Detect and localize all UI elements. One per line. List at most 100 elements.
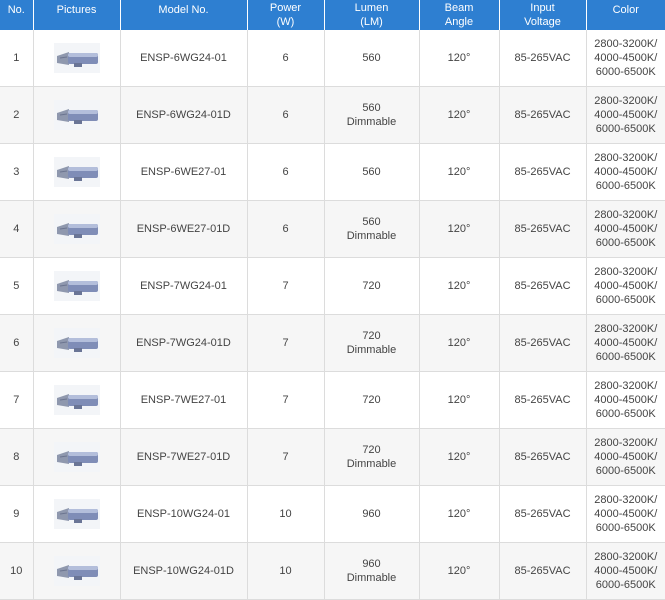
cell-input-voltage: 85-265VAC <box>499 485 587 543</box>
cell-picture <box>33 428 121 486</box>
cell-picture <box>33 371 121 429</box>
cell-no: 10 <box>0 542 34 600</box>
product-spec-table: No. Pictures Model No. Power (W) Lumen (LM… <box>0 0 665 600</box>
cell-power: 6 <box>247 200 325 258</box>
cell-beam-angle: 120° <box>419 428 500 486</box>
cell-beam-angle: 120° <box>419 143 500 201</box>
cell-model: ENSP-10WG24-01 <box>120 485 248 543</box>
led-lamp-icon <box>53 271 100 301</box>
led-lamp-icon <box>53 157 100 187</box>
cell-no: 9 <box>0 485 34 543</box>
cell-beam-angle: 120° <box>419 314 500 372</box>
cell-model: ENSP-6WG24-01 <box>120 30 248 87</box>
led-lamp-icon <box>53 499 100 529</box>
table-row: 2 ENSP-6WG24-01D 6 560 Dimmable 120° 85-2… <box>0 86 665 144</box>
cell-lumen: 560 Dimmable <box>324 86 420 144</box>
cell-lumen: 720 <box>324 257 420 315</box>
cell-no: 1 <box>0 30 34 87</box>
cell-lumen: 560 <box>324 30 420 87</box>
cell-beam-angle: 120° <box>419 257 500 315</box>
header-pictures: Pictures <box>33 0 121 30</box>
cell-lumen: 560 <box>324 143 420 201</box>
cell-model: ENSP-7WG24-01 <box>120 257 248 315</box>
cell-lumen: 560 Dimmable <box>324 200 420 258</box>
cell-no: 8 <box>0 428 34 486</box>
cell-power: 7 <box>247 371 325 429</box>
header-model: Model No. <box>120 0 248 30</box>
cell-power: 10 <box>247 485 325 543</box>
cell-color: 2800-3200K/4000-4500K/6000-6500K <box>586 257 665 315</box>
cell-color: 2800-3200K/4000-4500K/6000-6500K <box>586 428 665 486</box>
cell-picture <box>33 143 121 201</box>
cell-lumen: 720 Dimmable <box>324 314 420 372</box>
cell-color: 2800-3200K/4000-4500K/6000-6500K <box>586 542 665 600</box>
cell-color: 2800-3200K/4000-4500K/6000-6500K <box>586 143 665 201</box>
cell-beam-angle: 120° <box>419 200 500 258</box>
cell-input-voltage: 85-265VAC <box>499 257 587 315</box>
header-no: No. <box>0 0 34 30</box>
table-row: 7 ENSP-7WE27-01 7 720 120° 85-265VAC 280… <box>0 371 665 429</box>
table-row: 4 ENSP-6WE27-01D 6 560 Dimmable 120° 85-2… <box>0 200 665 258</box>
cell-input-voltage: 85-265VAC <box>499 314 587 372</box>
cell-beam-angle: 120° <box>419 485 500 543</box>
table-row: 6 ENSP-7WG24-01D 7 720 Dimmable 120° 85-2… <box>0 314 665 372</box>
cell-lumen: 720 Dimmable <box>324 428 420 486</box>
cell-power: 6 <box>247 143 325 201</box>
cell-color: 2800-3200K/4000-4500K/6000-6500K <box>586 200 665 258</box>
cell-beam-angle: 120° <box>419 371 500 429</box>
table-row: 1 ENSP-6WG24-01 6 560 120° 85-265VAC 280… <box>0 30 665 87</box>
cell-model: ENSP-6WE27-01D <box>120 200 248 258</box>
cell-no: 4 <box>0 200 34 258</box>
cell-power: 6 <box>247 86 325 144</box>
cell-model: ENSP-10WG24-01D <box>120 542 248 600</box>
cell-lumen: 960 Dimmable <box>324 542 420 600</box>
cell-model: ENSP-7WG24-01D <box>120 314 248 372</box>
led-lamp-icon <box>53 43 100 73</box>
cell-color: 2800-3200K/4000-4500K/6000-6500K <box>586 86 665 144</box>
cell-model: ENSP-6WE27-01 <box>120 143 248 201</box>
header-input-voltage: Input Voltage <box>499 0 587 30</box>
cell-picture <box>33 314 121 372</box>
led-lamp-icon <box>53 556 100 586</box>
led-lamp-icon <box>53 442 100 472</box>
cell-no: 5 <box>0 257 34 315</box>
cell-no: 7 <box>0 371 34 429</box>
cell-input-voltage: 85-265VAC <box>499 143 587 201</box>
table-row: 10 ENSP-10WG24-01D 10 960 Dimmable 120° 8… <box>0 542 665 600</box>
cell-picture <box>33 542 121 600</box>
table-row: 3 ENSP-6WE27-01 6 560 120° 85-265VAC 280… <box>0 143 665 201</box>
cell-input-voltage: 85-265VAC <box>499 200 587 258</box>
cell-lumen: 720 <box>324 371 420 429</box>
cell-picture <box>33 257 121 315</box>
cell-power: 7 <box>247 428 325 486</box>
cell-lumen: 960 <box>324 485 420 543</box>
header-beam-angle: Beam Angle <box>419 0 500 30</box>
cell-power: 7 <box>247 314 325 372</box>
table-header-row: No. Pictures Model No. Power (W) Lumen (LM… <box>0 0 665 30</box>
cell-picture <box>33 30 121 87</box>
table-row: 9 ENSP-10WG24-01 10 960 120° 85-265VAC 2… <box>0 485 665 543</box>
cell-color: 2800-3200K/4000-4500K/6000-6500K <box>586 371 665 429</box>
cell-model: ENSP-6WG24-01D <box>120 86 248 144</box>
cell-input-voltage: 85-265VAC <box>499 86 587 144</box>
cell-power: 6 <box>247 30 325 87</box>
cell-color: 2800-3200K/4000-4500K/6000-6500K <box>586 314 665 372</box>
led-lamp-icon <box>53 328 100 358</box>
cell-no: 6 <box>0 314 34 372</box>
cell-beam-angle: 120° <box>419 86 500 144</box>
cell-no: 2 <box>0 86 34 144</box>
led-lamp-icon <box>53 214 100 244</box>
led-lamp-icon <box>53 385 100 415</box>
cell-color: 2800-3200K/4000-4500K/6000-6500K <box>586 30 665 87</box>
header-lumen: Lumen (LM) <box>324 0 420 30</box>
table-row: 5 ENSP-7WG24-01 7 720 120° 85-265VAC 280… <box>0 257 665 315</box>
cell-power: 10 <box>247 542 325 600</box>
cell-beam-angle: 120° <box>419 542 500 600</box>
cell-picture <box>33 86 121 144</box>
led-lamp-icon <box>53 100 100 130</box>
header-power: Power (W) <box>247 0 325 30</box>
cell-picture <box>33 485 121 543</box>
cell-model: ENSP-7WE27-01D <box>120 428 248 486</box>
cell-input-voltage: 85-265VAC <box>499 371 587 429</box>
table-row: 8 ENSP-7WE27-01D 7 720 Dimmable 120° 85-2… <box>0 428 665 486</box>
